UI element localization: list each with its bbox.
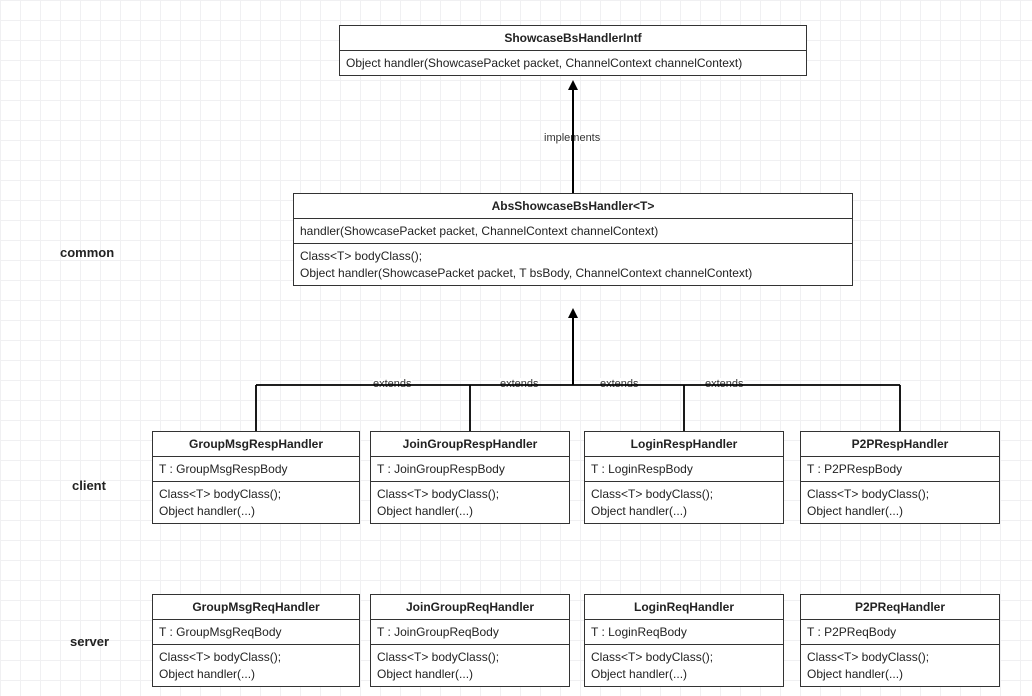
class-title: LoginRespHandler	[585, 432, 783, 457]
class-box-JoinGroupReqHandler: JoinGroupReqHandler T : JoinGroupReqBody…	[370, 594, 570, 687]
connector-overlay	[0, 0, 1032, 696]
class-methods: Class<T> bodyClass(); Object handler(...…	[153, 645, 359, 685]
class-method: Object handler(...)	[377, 503, 563, 519]
class-method: Class<T> bodyClass();	[159, 486, 353, 502]
class-box-JoinGroupRespHandler: JoinGroupRespHandler T : JoinGroupRespBo…	[370, 431, 570, 524]
class-typeparam: T : GroupMsgRespBody	[153, 457, 359, 482]
class-methods: Class<T> bodyClass(); Object handler(...…	[371, 645, 569, 685]
class-methods: Class<T> bodyClass(); Object handler(...…	[585, 482, 783, 522]
class-method: Class<T> bodyClass();	[591, 649, 777, 665]
class-box-P2PReqHandler: P2PReqHandler T : P2PReqBody Class<T> bo…	[800, 594, 1000, 687]
class-method: Class<T> bodyClass();	[159, 649, 353, 665]
edge-label-extends: extends	[373, 378, 412, 390]
section-label-client: client	[72, 478, 106, 493]
class-method: Class<T> bodyClass();	[807, 649, 993, 665]
class-title: JoinGroupReqHandler	[371, 595, 569, 620]
class-typeparam: T : JoinGroupRespBody	[371, 457, 569, 482]
class-method: handler(ShowcasePacket packet, ChannelCo…	[294, 219, 852, 244]
class-method: Object handler(...)	[807, 503, 993, 519]
class-box-GroupMsgRespHandler: GroupMsgRespHandler T : GroupMsgRespBody…	[152, 431, 360, 524]
class-methods: Class<T> bodyClass(); Object handler(...…	[585, 645, 783, 685]
class-method: Class<T> bodyClass();	[377, 649, 563, 665]
class-title: ShowcaseBsHandlerIntf	[340, 26, 806, 51]
class-typeparam: T : JoinGroupReqBody	[371, 620, 569, 645]
class-typeparam: T : GroupMsgReqBody	[153, 620, 359, 645]
class-method: Class<T> bodyClass();	[377, 486, 563, 502]
class-method: Object handler(...)	[591, 666, 777, 682]
edge-label-extends: extends	[500, 378, 539, 390]
edge-label-implements: implements	[544, 132, 600, 144]
class-method: Object handler(...)	[591, 503, 777, 519]
class-typeparam: T : LoginReqBody	[585, 620, 783, 645]
class-methods: Class<T> bodyClass(); Object handler(...…	[153, 482, 359, 522]
class-abstract-methods: Class<T> bodyClass(); Object handler(Sho…	[294, 244, 852, 284]
class-title: GroupMsgRespHandler	[153, 432, 359, 457]
class-typeparam: T : P2PRespBody	[801, 457, 999, 482]
class-typeparam: T : P2PReqBody	[801, 620, 999, 645]
class-box-ShowcaseBsHandlerIntf: ShowcaseBsHandlerIntf Object handler(Sho…	[339, 25, 807, 76]
class-box-GroupMsgReqHandler: GroupMsgReqHandler T : GroupMsgReqBody C…	[152, 594, 360, 687]
section-label-server: server	[70, 634, 109, 649]
class-method: Object handler(...)	[807, 666, 993, 682]
class-method: Object handler(...)	[377, 666, 563, 682]
class-method: Object handler(...)	[159, 503, 353, 519]
class-title: LoginReqHandler	[585, 595, 783, 620]
class-method: Object handler(...)	[159, 666, 353, 682]
class-title: P2PRespHandler	[801, 432, 999, 457]
class-methods: Class<T> bodyClass(); Object handler(...…	[801, 645, 999, 685]
class-method: Class<T> bodyClass();	[591, 486, 777, 502]
class-title: P2PReqHandler	[801, 595, 999, 620]
class-box-LoginReqHandler: LoginReqHandler T : LoginReqBody Class<T…	[584, 594, 784, 687]
class-method: Object handler(ShowcasePacket packet, T …	[300, 265, 846, 281]
class-title: GroupMsgReqHandler	[153, 595, 359, 620]
class-method: Object handler(ShowcasePacket packet, Ch…	[340, 51, 806, 75]
class-typeparam: T : LoginRespBody	[585, 457, 783, 482]
class-methods: Class<T> bodyClass(); Object handler(...…	[801, 482, 999, 522]
class-box-AbsShowcaseBsHandler: AbsShowcaseBsHandler<T> handler(Showcase…	[293, 193, 853, 286]
class-title: JoinGroupRespHandler	[371, 432, 569, 457]
class-box-P2PRespHandler: P2PRespHandler T : P2PRespBody Class<T> …	[800, 431, 1000, 524]
diagram-canvas: common client server ShowcaseBsHandlerIn…	[0, 0, 1032, 696]
class-method: Class<T> bodyClass();	[807, 486, 993, 502]
section-label-common: common	[60, 245, 114, 260]
class-title: AbsShowcaseBsHandler<T>	[294, 194, 852, 219]
class-box-LoginRespHandler: LoginRespHandler T : LoginRespBody Class…	[584, 431, 784, 524]
class-methods: Class<T> bodyClass(); Object handler(...…	[371, 482, 569, 522]
edge-label-extends: extends	[705, 378, 744, 390]
edge-label-extends: extends	[600, 378, 639, 390]
class-method: Class<T> bodyClass();	[300, 248, 846, 264]
